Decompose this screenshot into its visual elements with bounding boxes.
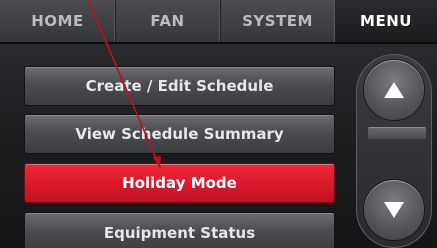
equipment-status-button[interactable]: Equipment Status [24,212,335,248]
create-edit-schedule-button[interactable]: Create / Edit Schedule [24,66,335,106]
scroll-up-button[interactable] [364,60,424,120]
tab-bar: HOME FAN SYSTEM MENU [0,0,437,44]
tab-home[interactable]: HOME [0,0,116,42]
tab-menu[interactable]: MENU [335,0,437,42]
scroll-down-button[interactable] [364,180,424,240]
triangle-up-icon [384,82,404,98]
triangle-down-icon [384,202,404,218]
scroll-position-indicator [368,127,426,139]
holiday-mode-button[interactable]: Holiday Mode [24,163,335,203]
tab-system[interactable]: SYSTEM [220,0,336,42]
thermostat-screen: HOME FAN SYSTEM MENU Create / Edit Sched… [0,0,437,248]
tab-fan[interactable]: FAN [115,0,221,42]
view-schedule-summary-button[interactable]: View Schedule Summary [24,114,335,154]
